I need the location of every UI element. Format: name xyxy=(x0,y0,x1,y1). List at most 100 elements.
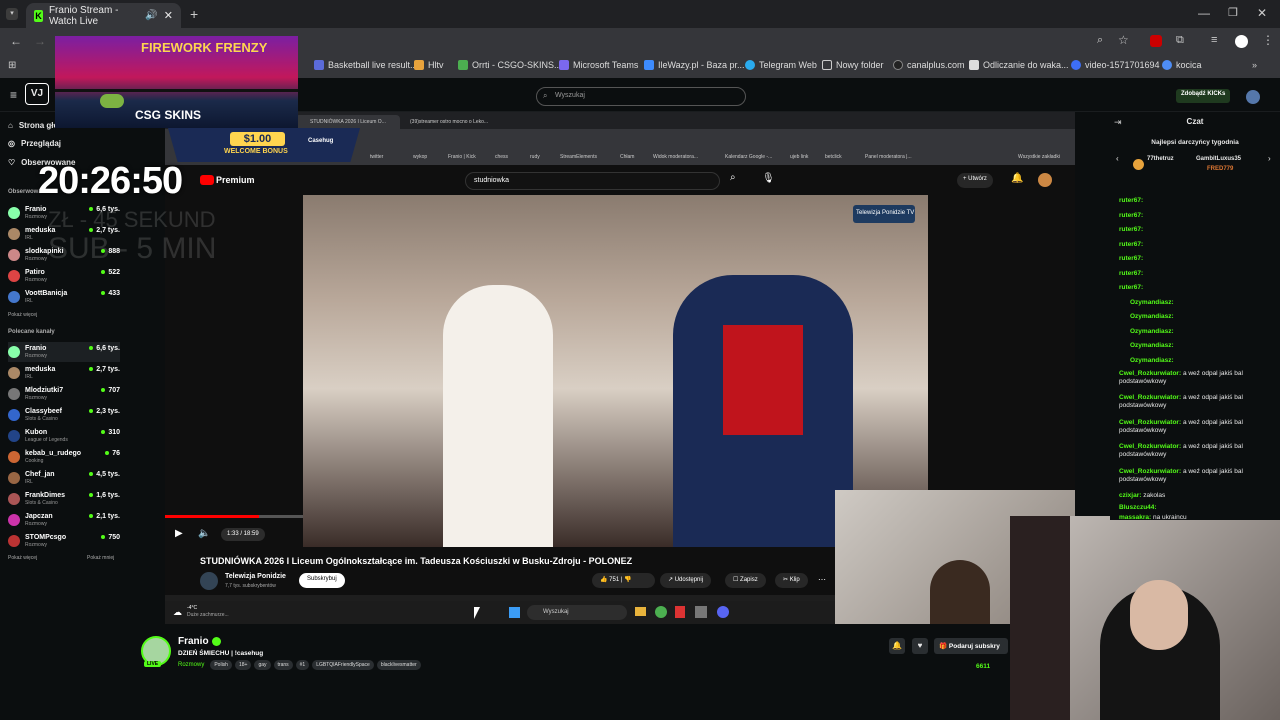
subscribe-button[interactable]: Subskrybuj xyxy=(299,573,345,588)
sidebar-channel[interactable]: Patiro Rozmowy 522 xyxy=(8,266,120,286)
inner-bookmark[interactable]: chess xyxy=(495,154,508,160)
follow-heart-icon[interactable]: ♥ xyxy=(912,638,928,654)
bookmark-item[interactable]: Basketball live result... xyxy=(314,60,418,70)
profile-avatar[interactable] xyxy=(1235,35,1248,48)
bookmark-star-icon[interactable]: ☆ xyxy=(1118,33,1129,47)
create-button[interactable]: + Utwórz xyxy=(957,173,993,188)
yt-avatar[interactable] xyxy=(1038,173,1052,187)
extension-icon[interactable] xyxy=(1150,35,1162,47)
show-more-link[interactable]: Pokaż więcej xyxy=(8,555,37,561)
bookmark-item[interactable]: Orrti - CSGO-SKINS... xyxy=(458,60,562,70)
inner-tab[interactable]: (39)streamer ostro mocno o Leko... xyxy=(410,119,488,125)
tab-list-button[interactable]: ▾ xyxy=(6,8,18,20)
bookmark-item[interactable]: Odliczanie do waka... xyxy=(969,60,1069,70)
weather-icon[interactable]: ☁ xyxy=(173,607,182,618)
folder-icon[interactable] xyxy=(635,607,646,616)
sidebar-channel[interactable]: Franio Rozmowy 6,6 tys. xyxy=(8,342,120,362)
forward-icon[interactable]: → xyxy=(34,34,46,48)
youtube-logo[interactable]: Premium xyxy=(216,175,255,185)
extensions-icon[interactable]: ⧉ xyxy=(1176,34,1184,47)
sidebar-channel[interactable]: STOMPcsgo Rozmowy 750 xyxy=(8,531,120,551)
bookmark-item[interactable]: Telegram Web xyxy=(745,60,817,70)
bookmark-folder[interactable]: Nowy folder xyxy=(822,60,884,70)
nav-browse[interactable]: ◎ Przeglądaj xyxy=(8,139,61,148)
youtube-logo-icon[interactable] xyxy=(200,175,214,185)
app-icon[interactable] xyxy=(695,606,707,618)
discord-icon[interactable] xyxy=(717,606,729,618)
tag[interactable]: Polish xyxy=(210,660,232,670)
gifter-name[interactable]: 77thetruz xyxy=(1147,156,1174,162)
search-icon[interactable]: ⌕ xyxy=(730,172,736,183)
close-window-icon[interactable]: ✕ xyxy=(1257,6,1267,20)
inner-bookmark[interactable]: wykop xyxy=(413,154,427,160)
share-button[interactable]: ↗ Udostępnij xyxy=(660,573,712,588)
zoom-icon[interactable]: ⌕ xyxy=(1097,34,1103,47)
tag[interactable]: blacklivesmatter xyxy=(376,660,421,670)
gifter-name[interactable]: GambitLuxus35 xyxy=(1196,156,1241,162)
inner-bookmark[interactable]: rudy xyxy=(530,154,540,160)
windows-start-icon[interactable] xyxy=(509,607,520,618)
next-icon[interactable]: › xyxy=(1268,154,1271,163)
sidebar-channel[interactable]: Kubon League of Legends 310 xyxy=(8,426,120,446)
tag[interactable]: 18+ xyxy=(234,660,252,670)
inner-bookmark[interactable]: Chłam xyxy=(620,154,634,160)
bookmark-item[interactable]: video-1571701694 xyxy=(1071,60,1160,70)
channel-avatar[interactable] xyxy=(200,572,218,590)
inner-bookmark[interactable]: StreamElements xyxy=(560,154,597,160)
minimize-icon[interactable]: — xyxy=(1198,6,1210,20)
new-tab-button[interactable]: + xyxy=(190,6,198,22)
media-icon[interactable]: ≡ xyxy=(1211,34,1217,46)
inner-bookmark[interactable]: Panel moderatora |... xyxy=(865,154,912,160)
save-button[interactable]: ☐ Zapisz xyxy=(725,573,766,588)
app-icon[interactable] xyxy=(675,606,685,618)
streamer-name[interactable]: Franio xyxy=(178,636,209,647)
bookmark-item[interactable]: canalplus.com xyxy=(893,60,965,70)
bookmark-item[interactable]: IleWazy.pl - Baza pr... xyxy=(644,60,745,70)
more-bookmarks-icon[interactable]: » xyxy=(1252,60,1257,70)
show-less-link[interactable]: Pokaż mniej xyxy=(87,555,114,561)
tag[interactable]: trans xyxy=(273,660,293,670)
more-actions-icon[interactable]: ⋯ xyxy=(818,575,826,584)
play-icon[interactable]: ▶ xyxy=(175,528,183,539)
volume-icon[interactable]: 🔈 xyxy=(198,528,210,539)
inner-bookmark[interactable]: twitter xyxy=(370,154,383,160)
tag[interactable]: LGBTQIAFriendlySpace xyxy=(312,660,374,670)
search-input[interactable]: ⌕ Wyszukaj xyxy=(536,87,746,106)
tag[interactable]: #1 xyxy=(295,660,310,670)
sidebar-channel[interactable]: FrankDimes Slots & Casino 1,6 tys. xyxy=(8,489,120,509)
tab-franio-stream[interactable]: K Franio Stream - Watch Live 🔊 ✕ xyxy=(26,3,181,28)
chrome-icon[interactable] xyxy=(655,606,667,618)
gifter-name[interactable]: FRED779 xyxy=(1207,166,1233,172)
like-button[interactable]: 👍 751 | 👎 xyxy=(592,573,655,588)
tab-close-icon[interactable]: ✕ xyxy=(164,9,173,22)
kicks-button[interactable]: Zdobądź KICKs xyxy=(1176,89,1231,103)
inner-bookmark[interactable]: Franio | Kick xyxy=(448,154,476,160)
notification-bell-icon[interactable]: 🔔 xyxy=(889,638,905,654)
back-icon[interactable]: ← xyxy=(10,34,22,48)
bell-icon[interactable]: 🔔 xyxy=(1011,173,1023,184)
bookmark-item[interactable]: Hltv xyxy=(414,60,444,70)
hamburger-icon[interactable]: ≡ xyxy=(10,88,17,102)
all-bookmarks[interactable]: Wszystkie zakładki xyxy=(1018,154,1060,160)
apps-icon[interactable]: ⊞ xyxy=(8,60,16,71)
sidebar-channel[interactable]: Classybeef Slots & Casino 2,3 tys. xyxy=(8,405,120,425)
sidebar-channel[interactable]: Japczan Rozmowy 2,1 tys. xyxy=(8,510,120,530)
category-link[interactable]: Rozmowy xyxy=(178,662,204,668)
tag[interactable]: gay xyxy=(254,660,271,670)
gift-sub-button[interactable]: 🎁 Podaruj subskry xyxy=(934,638,1008,654)
inner-bookmark[interactable]: Widok moderatora... xyxy=(653,154,698,160)
menu-icon[interactable]: ⋮ xyxy=(1262,33,1274,47)
channel-name[interactable]: Telewizja Ponidzie xyxy=(225,573,286,580)
user-avatar[interactable] xyxy=(1246,90,1260,104)
clip-button[interactable]: ✂ Klip xyxy=(775,573,808,588)
taskbar-search[interactable]: Wyszukaj xyxy=(527,605,627,620)
inner-tab[interactable]: STUDNIÓWKA 2026 I Liceum O... xyxy=(295,115,400,129)
sidebar-channel[interactable]: VoottBanicja IRL 433 xyxy=(8,287,120,307)
sidebar-channel[interactable]: Chef_jan IRL 4,5 tys. xyxy=(8,468,120,488)
kick-logo[interactable]: VJ xyxy=(25,83,49,105)
sidebar-channel[interactable]: Mlodziutki7 Rozmowy 707 xyxy=(8,384,120,404)
mic-icon[interactable]: 🎙 xyxy=(762,173,775,184)
tab-audio-icon[interactable]: 🔊 xyxy=(145,10,157,21)
show-more-link[interactable]: Pokaż więcej xyxy=(8,312,37,318)
inner-bookmark[interactable]: Kalendarz Google -... xyxy=(725,154,772,160)
